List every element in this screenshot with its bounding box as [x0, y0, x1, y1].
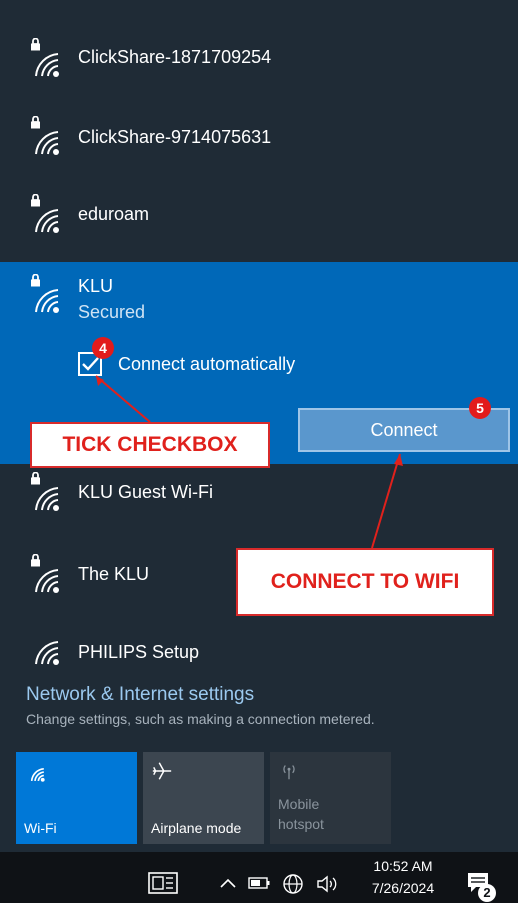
news-widget-icon[interactable] — [148, 872, 178, 894]
network-item-clickshare-2[interactable]: ClickShare-9714075631 — [0, 98, 518, 176]
wifi-secured-icon — [31, 38, 59, 77]
notification-count-badge: 2 — [478, 884, 496, 902]
wifi-secured-icon — [31, 274, 59, 313]
wifi-icon — [35, 641, 59, 665]
network-status: Secured — [78, 302, 146, 322]
chevron-up-icon[interactable] — [220, 878, 236, 888]
wifi-secured-icon — [31, 554, 59, 593]
network-settings-description: Change settings, such as making a connec… — [26, 711, 375, 727]
airplane-icon — [152, 762, 172, 780]
tile-label-line2: hotspot — [278, 816, 324, 832]
network-name: KLU Guest Wi-Fi — [78, 482, 214, 502]
step-badge-4: 4 — [92, 337, 114, 359]
clock-date[interactable]: 7/26/2024 — [360, 880, 446, 896]
clock-time[interactable]: 10:52 AM — [360, 858, 446, 874]
wifi-secured-icon — [31, 194, 59, 233]
hotspot-icon — [283, 765, 295, 780]
network-settings-link[interactable]: Network & Internet settings — [26, 684, 254, 706]
network-name: eduroam — [78, 204, 150, 224]
airplane-mode-tile[interactable]: Airplane mode — [143, 752, 264, 844]
tile-label: Airplane mode — [151, 820, 242, 836]
network-item-eduroam[interactable]: eduroam — [0, 176, 518, 254]
network-name: ClickShare-1871709254 — [78, 47, 272, 67]
screen: ClickShare-1871709254 ClickShare-9714075… — [0, 0, 518, 903]
volume-icon[interactable] — [316, 874, 340, 894]
step-badge-5: 5 — [469, 397, 491, 419]
wifi-icon — [30, 767, 45, 782]
annotation-tick-checkbox: TICK CHECKBOX — [30, 422, 270, 468]
wifi-secured-icon — [31, 472, 59, 511]
network-item-philips-setup[interactable]: PHILIPS Setup — [0, 614, 518, 678]
annotation-connect-to-wifi: CONNECT TO WIFI — [236, 548, 494, 616]
network-name: The KLU — [78, 564, 150, 584]
tile-label-line1: Mobile — [278, 796, 320, 812]
network-name: KLU — [78, 276, 114, 296]
network-name: ClickShare-9714075631 — [78, 127, 272, 147]
network-item-klu-guest[interactable]: KLU Guest Wi-Fi — [0, 458, 518, 536]
connect-automatically-label[interactable]: Connect automatically — [118, 354, 295, 375]
network-item-clickshare-1[interactable]: ClickShare-1871709254 — [0, 20, 518, 98]
wifi-toggle-tile[interactable]: Wi-Fi — [16, 752, 137, 844]
battery-icon[interactable] — [248, 875, 270, 891]
wifi-secured-icon — [31, 116, 59, 155]
network-name: PHILIPS Setup — [78, 642, 200, 662]
globe-icon[interactable] — [282, 873, 304, 895]
tile-label: Wi-Fi — [24, 820, 57, 836]
mobile-hotspot-tile[interactable]: Mobile hotspot — [270, 752, 391, 844]
